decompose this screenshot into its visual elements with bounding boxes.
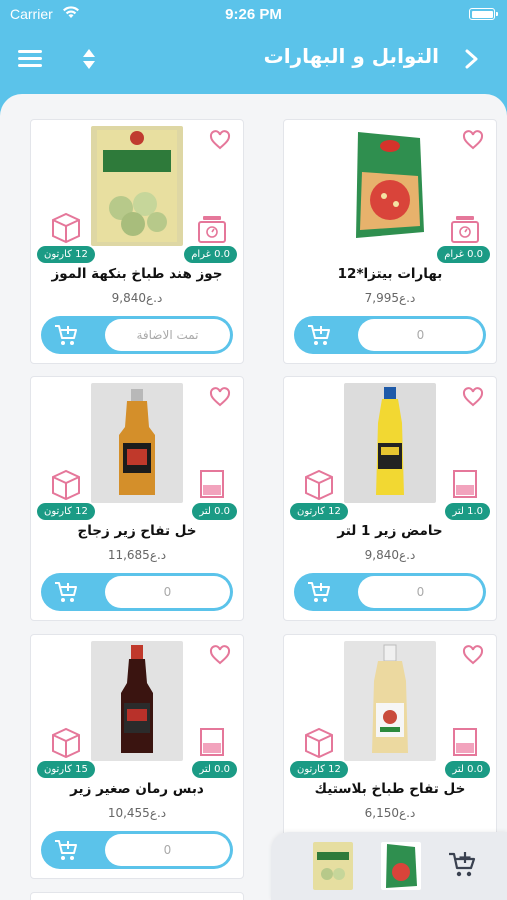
add-to-cart-bar: 0 (294, 573, 486, 611)
heart-icon[interactable] (209, 387, 231, 407)
sort-icon[interactable] (80, 47, 98, 71)
product-name: بهارات بيتزا*12 (337, 266, 443, 282)
unit-badge: 0.0 غرام (437, 246, 490, 263)
quantity-field[interactable]: 0 (358, 319, 483, 351)
add-to-cart-bar: 0 (41, 831, 233, 869)
heart-icon[interactable] (462, 130, 484, 150)
add-cart-icon[interactable] (53, 323, 79, 347)
product-name: دبس رمان صغير زير (70, 781, 204, 797)
heart-icon[interactable] (209, 645, 231, 665)
pack-badge: 12 كارتون (37, 246, 95, 263)
product-card[interactable] (30, 892, 244, 900)
unit-badge: 0.0 لتر (445, 761, 490, 778)
beaker-icon (200, 470, 224, 498)
product-name: جوز هند طباخ بنكهة الموز (51, 266, 223, 282)
product-image (344, 383, 436, 503)
nav-bar: التوابل و البهارات (0, 30, 507, 90)
product-card[interactable]: 0.0 لتر 12 كارتون خل تفاح زير زجاج 11,68… (30, 376, 244, 621)
add-to-cart-bar: 0 (294, 316, 486, 354)
add-cart-icon[interactable] (306, 580, 332, 604)
box-icon (52, 727, 80, 759)
product-card[interactable]: 1.0 لتر 12 كارتون حامض زير 1 لتر 9,840د.… (283, 376, 497, 621)
beaker-icon (453, 470, 477, 498)
product-price: 6,150د.ع (364, 806, 416, 820)
cart-icon[interactable] (447, 850, 477, 878)
pack-badge: 15 كارتون (37, 761, 95, 778)
box-icon (52, 469, 80, 501)
product-price: 10,455د.ع (107, 806, 167, 820)
cart-summary[interactable] (271, 832, 507, 900)
beaker-icon (453, 728, 477, 756)
product-name: خل تفاح طباخ بلاستيك (314, 781, 466, 797)
box-icon (305, 727, 333, 759)
page-title: التوابل و البهارات (263, 44, 439, 68)
add-to-cart-bar: تمت الاضافة (41, 316, 233, 354)
quantity-field[interactable]: تمت الاضافة (105, 319, 230, 351)
quantity-field[interactable]: 0 (105, 576, 230, 608)
product-card[interactable]: 0.0 غرام بهارات بيتزا*12 7,995د.ع 0 (283, 119, 497, 364)
product-price: 7,995د.ع (364, 291, 416, 305)
product-image (91, 641, 183, 761)
box-icon (305, 469, 333, 501)
cart-item-thumbnail (381, 842, 421, 890)
quantity-field[interactable]: 0 (105, 834, 230, 866)
heart-icon[interactable] (462, 387, 484, 407)
add-cart-icon[interactable] (306, 323, 332, 347)
unit-badge: 0.0 لتر (192, 761, 237, 778)
pack-badge: 12 كارتون (290, 503, 348, 520)
add-cart-icon[interactable] (53, 580, 79, 604)
quantity-field[interactable]: 0 (358, 576, 483, 608)
clock: 9:26 PM (225, 6, 282, 23)
beaker-icon (200, 728, 224, 756)
heart-icon[interactable] (209, 130, 231, 150)
add-to-cart-bar: 0 (41, 573, 233, 611)
product-price: 11,685د.ع (107, 548, 167, 562)
pack-badge: 12 كارتون (290, 761, 348, 778)
scale-icon (451, 216, 479, 243)
unit-badge: 1.0 لتر (445, 503, 490, 520)
status-bar: Carrier 9:26 PM (0, 0, 507, 30)
product-image (91, 126, 183, 246)
product-name: حامض زير 1 لتر (337, 523, 443, 539)
cart-item-thumbnail (313, 842, 353, 890)
pack-badge: 12 كارتون (37, 503, 95, 520)
box-icon (52, 212, 80, 244)
product-price: 9,840د.ع (111, 291, 163, 305)
chevron-right-icon[interactable] (463, 48, 481, 70)
add-cart-icon[interactable] (53, 838, 79, 862)
product-price: 9,840د.ع (364, 548, 416, 562)
product-image (344, 641, 436, 761)
unit-badge: 0.0 غرام (184, 246, 237, 263)
product-name: خل تفاح زير زجاج (77, 523, 197, 539)
heart-icon[interactable] (462, 645, 484, 665)
product-image (344, 126, 436, 246)
product-list: 0.0 غرام بهارات بيتزا*12 7,995د.ع 0 0.0 … (0, 94, 507, 900)
product-image (91, 383, 183, 503)
menu-icon[interactable] (18, 49, 42, 69)
battery-icon (469, 8, 498, 20)
unit-badge: 0.0 لتر (192, 503, 237, 520)
product-card[interactable]: 0.0 لتر 15 كارتون دبس رمان صغير زير 10,4… (30, 634, 244, 879)
scale-icon (198, 216, 226, 243)
product-card[interactable]: 0.0 غرام 12 كارتون جوز هند طباخ بنكهة ال… (30, 119, 244, 364)
